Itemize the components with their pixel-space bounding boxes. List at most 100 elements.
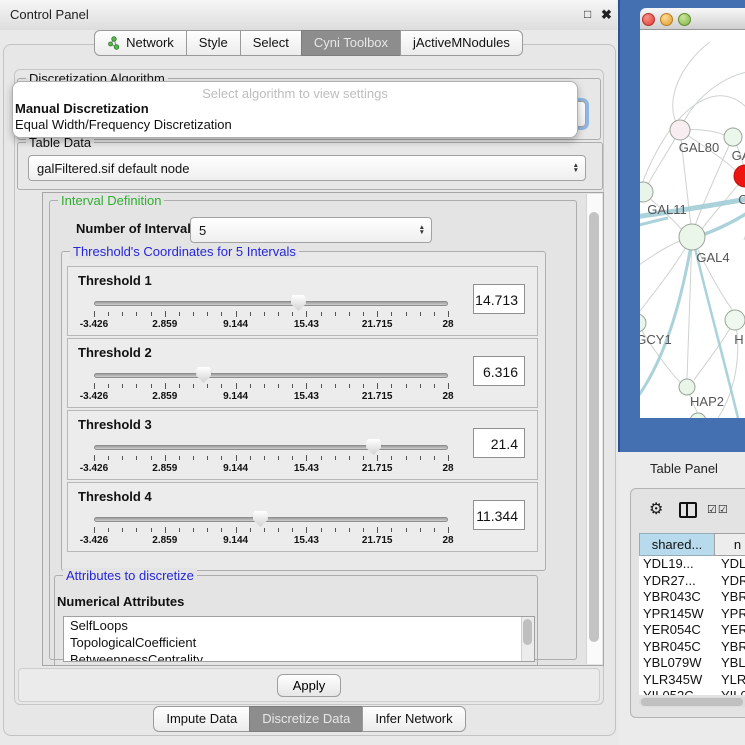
table-row[interactable]: YBR043CYBR0 [639, 589, 745, 606]
slider-thumb[interactable] [291, 295, 306, 311]
tick-mark [434, 456, 435, 460]
network-node-ga[interactable]: GA [724, 128, 745, 163]
tick-mark [250, 456, 251, 460]
tick-mark [306, 455, 307, 461]
attribute-list-item[interactable]: BetweennessCentrality [64, 651, 534, 662]
tick-mark [193, 456, 194, 460]
threshold-value-field[interactable]: 6.316 [473, 356, 525, 386]
float-window-icon[interactable]: □ [584, 7, 591, 21]
network-node-gal4[interactable]: GAL4 [679, 224, 730, 265]
tick-mark [335, 456, 336, 460]
num-intervals-combo[interactable]: 5 ▲ ▼ [190, 217, 432, 243]
tick-mark [292, 384, 293, 388]
tick-mark [236, 455, 237, 461]
tab-label: jActiveMNodules [413, 31, 510, 55]
network-node-h[interactable]: H [725, 310, 745, 347]
threshold-value-field[interactable]: 21.4 [473, 428, 525, 458]
algorithm-option[interactable]: Equal Width/Frequency Discretization [13, 117, 577, 133]
gear-icon[interactable]: ⚙ [649, 499, 663, 519]
tick-mark [193, 528, 194, 532]
network-node-gcy1[interactable]: GCY1 [640, 314, 672, 347]
tick-mark [321, 528, 322, 532]
table-row[interactable]: YBL079WYBL0 [639, 655, 745, 672]
tick-mark [420, 528, 421, 532]
select-columns-checkboxes-icon[interactable]: ☑☑ [707, 503, 729, 516]
attribute-list-item[interactable]: TopologicalCoefficient [64, 634, 534, 651]
threshold-value-field[interactable]: 14.713 [473, 284, 525, 314]
table-row[interactable]: YDL19...YDL1 [639, 556, 745, 573]
table-row[interactable]: YLR345WYLR3 [639, 672, 745, 689]
tab-discretize-data[interactable]: Discretize Data [249, 706, 363, 732]
close-icon[interactable]: ✖ [601, 7, 612, 23]
svg-text:GAL4: GAL4 [696, 250, 729, 265]
table-cell-shared-name: YER054C [639, 622, 715, 639]
zoom-traffic-light-icon[interactable] [678, 13, 691, 26]
threshold-row: Threshold 3-3.4262.8599.14415.4321.71528… [67, 410, 538, 480]
columns-icon[interactable] [679, 502, 697, 518]
table-cell-name: YLR3 [715, 672, 745, 689]
attributes-list-scrollbar[interactable] [521, 617, 534, 661]
tick-mark [363, 456, 364, 460]
threshold-slider[interactable]: -3.4262.8599.14415.4321.71528 [94, 443, 448, 477]
close-traffic-light-icon[interactable] [642, 13, 655, 26]
slider-thumb[interactable] [366, 439, 381, 455]
tick-label: 28 [442, 319, 453, 330]
network-node-gal11[interactable]: GAL11 [640, 182, 687, 217]
slider-thumb[interactable] [253, 511, 268, 527]
network-node-gal80[interactable]: GAL80 [670, 120, 719, 155]
tick-mark [391, 384, 392, 388]
tab-impute-data[interactable]: Impute Data [153, 706, 250, 732]
interval-definition-title: Interval Definition [58, 193, 164, 208]
tick-mark [264, 384, 265, 388]
tick-mark [151, 384, 152, 388]
tick-mark [108, 384, 109, 388]
attribute-list-item[interactable]: SelfLoops [64, 617, 534, 634]
table-hscrollbar[interactable] [639, 697, 745, 707]
numerical-attributes-list[interactable]: SelfLoopsTopologicalCoefficientBetweenne… [63, 616, 535, 662]
table-row[interactable]: YER054CYER0 [639, 622, 745, 639]
tab-select[interactable]: Select [240, 30, 302, 56]
network-node-hap2[interactable]: HAP2 [679, 379, 724, 409]
table-cell-shared-name: YBR045C [639, 639, 715, 656]
tab-cyni-toolbox[interactable]: Cyni Toolbox [301, 30, 401, 56]
table-data-combo[interactable]: galFiltered.sif default node ▲ ▼ [28, 155, 586, 181]
column-header-name[interactable]: n [714, 533, 745, 556]
stepper-icon: ▲ ▼ [573, 163, 579, 174]
threshold-row: Threshold 1-3.4262.8599.14415.4321.71528… [67, 266, 538, 336]
tab-infer-network[interactable]: Infer Network [362, 706, 465, 732]
threshold-slider[interactable]: -3.4262.8599.14415.4321.71528 [94, 371, 448, 405]
apply-button[interactable]: Apply [277, 674, 341, 697]
table-rows: YDL19...YDL1YDR27...YDR2YBR043CYBR0YPR14… [639, 556, 745, 695]
network-canvas[interactable]: GAL80GA C GAL11 GAL4 GCY1 H HAP2 [640, 30, 745, 418]
tick-mark [179, 312, 180, 316]
minimize-traffic-light-icon[interactable] [660, 13, 673, 26]
algorithm-option[interactable]: Manual Discretization [13, 101, 577, 117]
tick-mark [448, 455, 449, 461]
svg-text:C: C [738, 192, 745, 207]
stepper-down-icon: ▼ [573, 168, 579, 174]
table-row[interactable]: YPR145WYPR1 [639, 606, 745, 623]
column-header-shared-name[interactable]: shared... [639, 533, 715, 556]
tick-mark [377, 383, 378, 389]
table-row[interactable]: YDR27...YDR2 [639, 573, 745, 590]
threshold-slider[interactable]: -3.4262.8599.14415.4321.71528 [94, 515, 448, 549]
settings-scrollbar[interactable] [586, 194, 602, 664]
threshold-slider[interactable]: -3.4262.8599.14415.4321.71528 [94, 299, 448, 333]
tick-label: 28 [442, 535, 453, 546]
tick-mark [420, 456, 421, 460]
tab-style[interactable]: Style [186, 30, 241, 56]
tick-mark [335, 384, 336, 388]
table-cell-shared-name: YDL19... [639, 556, 715, 573]
network-node[interactable] [690, 413, 706, 418]
table-row[interactable]: YBR045CYBR0 [639, 639, 745, 656]
threshold-value-field[interactable]: 11.344 [473, 500, 525, 530]
table-row[interactable]: YIL052CYIL0 [639, 688, 745, 695]
slider-thumb[interactable] [196, 367, 211, 383]
table-data-combo-value: galFiltered.sif default node [37, 161, 189, 176]
table-cell-shared-name: YLR345W [639, 672, 715, 689]
slider-track [94, 373, 448, 378]
tick-mark [278, 384, 279, 388]
tab-network[interactable]: Network [94, 30, 187, 56]
table-cell-name: YBR0 [715, 589, 745, 606]
tab-jactivemnodules[interactable]: jActiveMNodules [400, 30, 523, 56]
